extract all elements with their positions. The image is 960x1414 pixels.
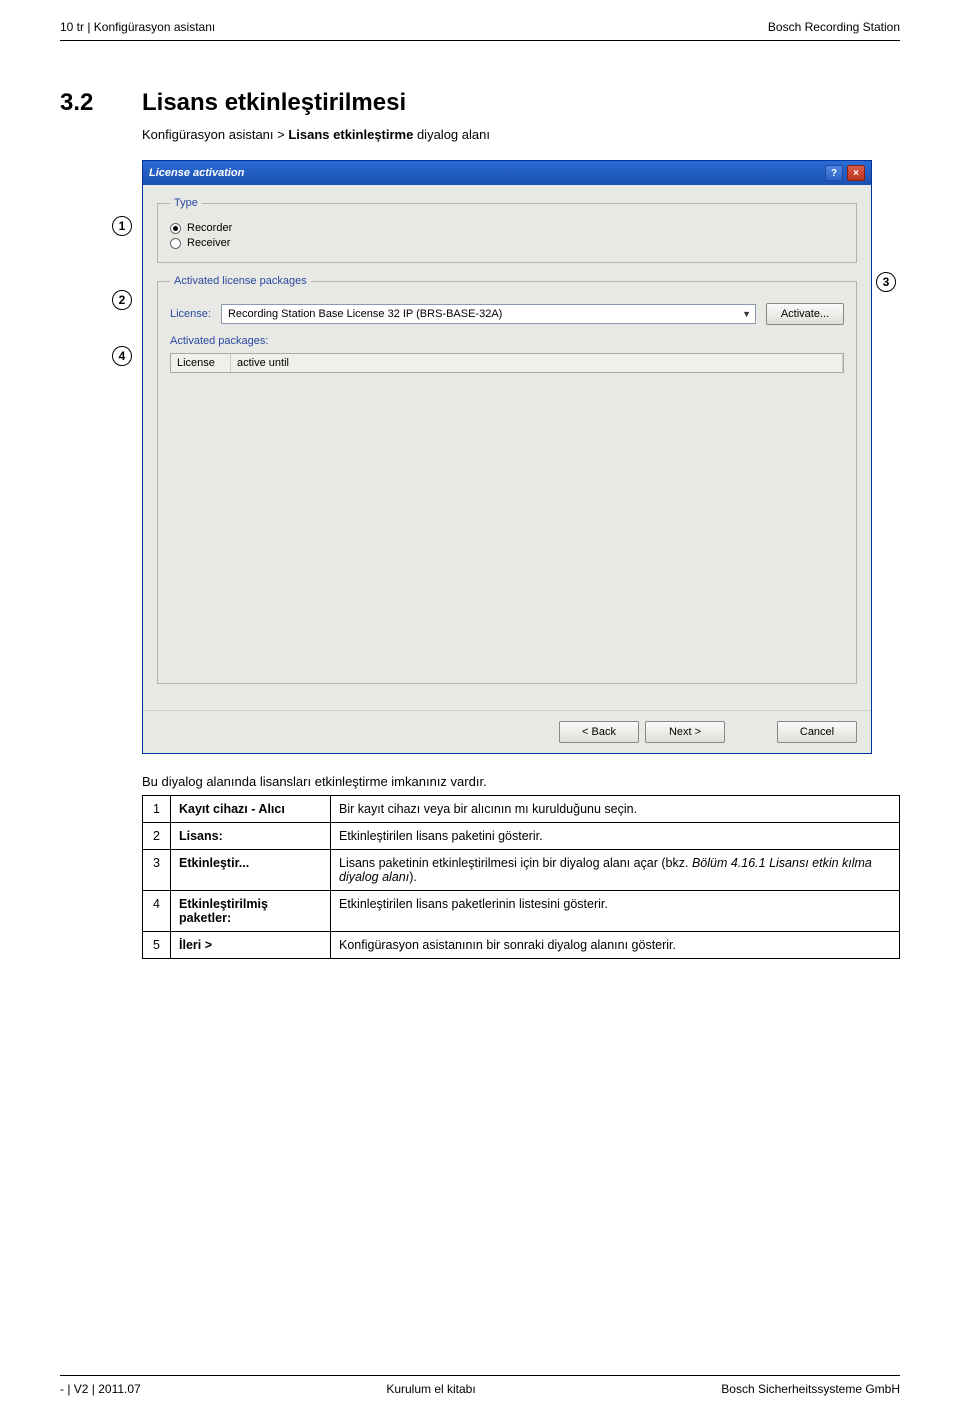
callout-2: 2 [112,290,132,310]
table-row: 1 Kayıt cihazı - Alıcı Bir kayıt cihazı … [143,796,900,823]
intro-text: Bu diyalog alanında lisansları etkinleşt… [142,774,900,789]
section-path: Konfigürasyon asistanı > Lisans etkinleş… [142,127,900,142]
license-select[interactable]: Recording Station Base License 32 IP (BR… [221,304,756,324]
activated-legend: Activated license packages [170,275,311,287]
cancel-button[interactable]: Cancel [777,721,857,743]
radio-icon [170,238,181,249]
header-left: 10 tr | Konfigürasyon asistanı [60,20,215,34]
type-group: Type Recorder Receiver [157,197,857,263]
callout-4: 4 [112,346,132,366]
dialog-titlebar: License activation ? × [143,161,871,185]
col-license-header: License [171,354,231,372]
back-button[interactable]: < Back [559,721,639,743]
license-select-value: Recording Station Base License 32 IP (BR… [228,308,502,320]
page-header: 10 tr | Konfigürasyon asistanı Bosch Rec… [60,0,900,41]
dialog-screenshot: 1 2 3 4 5 License activation ? × [142,160,900,754]
license-activation-dialog: License activation ? × Type Recorder [142,160,872,754]
table-row: 5 İleri > Konfigürasyon asistanının bir … [143,932,900,959]
close-icon[interactable]: × [847,165,865,181]
page-footer: - | V2 | 2011.07 Kurulum el kitabı Bosch… [60,1375,900,1396]
activated-packages-list: License active until [170,353,844,373]
recorder-radio[interactable]: Recorder [170,222,844,234]
footer-right: Bosch Sicherheitssysteme GmbH [721,1382,900,1396]
next-button[interactable]: Next > [645,721,725,743]
section-number: 3.2 [60,89,116,959]
section-title: Lisans etkinleştirilmesi [142,89,900,117]
help-icon[interactable]: ? [825,165,843,181]
type-legend: Type [170,197,202,209]
chevron-down-icon: ▼ [742,309,751,319]
table-row: 2 Lisans: Etkinleştirilen lisans paketin… [143,823,900,850]
dialog-title: License activation [149,167,244,179]
callout-1: 1 [112,216,132,236]
activate-button[interactable]: Activate... [766,303,844,325]
definition-table: 1 Kayıt cihazı - Alıcı Bir kayıt cihazı … [142,795,900,959]
header-right: Bosch Recording Station [768,20,900,34]
footer-center: Kurulum el kitabı [386,1382,475,1396]
receiver-radio[interactable]: Receiver [170,237,844,249]
table-row: 4 Etkinleştirilmiş paketler: Etkinleştir… [143,891,900,932]
radio-icon [170,223,181,234]
col-active-header: active until [231,354,843,372]
activated-packages-group: Activated license packages License: Reco… [157,275,857,684]
footer-left: - | V2 | 2011.07 [60,1382,141,1396]
table-row: 3 Etkinleştir... Lisans paketinin etkinl… [143,850,900,891]
callout-3: 3 [876,272,896,292]
license-label: License: [170,308,211,320]
activated-packages-label: Activated packages: [170,335,844,347]
